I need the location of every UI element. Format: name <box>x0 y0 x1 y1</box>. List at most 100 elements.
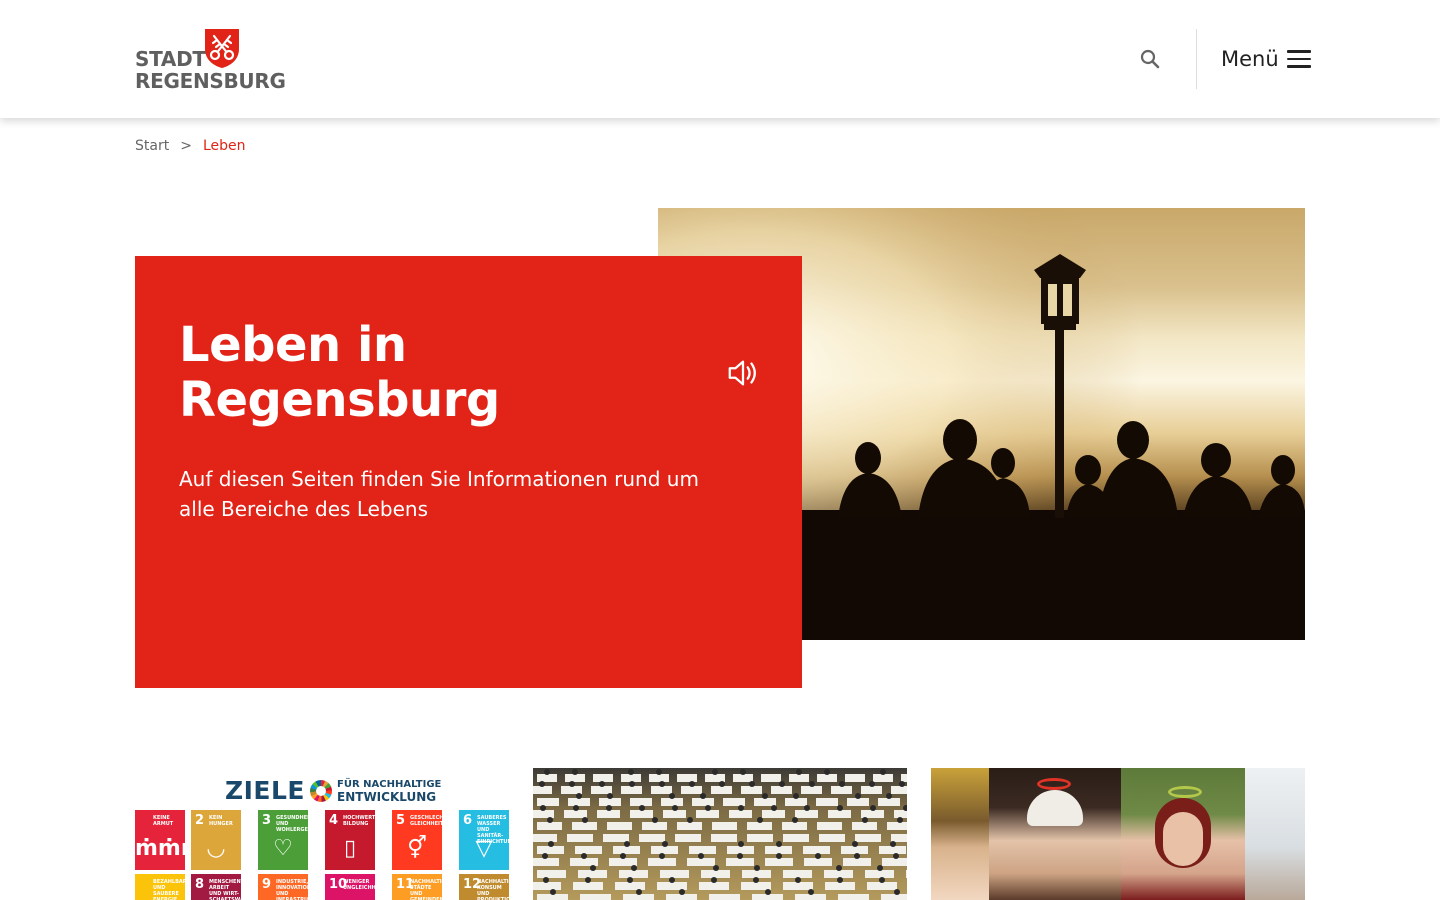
exam-person <box>605 805 612 811</box>
exam-desk <box>687 858 715 866</box>
header-divider <box>1196 29 1197 89</box>
exam-desk <box>843 858 871 866</box>
exam-desk <box>572 822 597 830</box>
exam-desk <box>825 882 855 890</box>
site-logo[interactable]: STADT REGENSBURG <box>135 27 286 93</box>
sdg-tile-label: MENSCHENWÜRDIGE ARBEIT UND WIRT-SCHAFTSW… <box>209 879 268 900</box>
exam-desk <box>699 882 729 890</box>
exam-person <box>740 769 746 775</box>
exam-person <box>630 865 637 871</box>
sdg-tile: 10 WENIGER UNGLEICHHEITEN <box>325 874 393 900</box>
exam-desk <box>537 870 566 878</box>
sdg-tile-label: GESCHLECHTER-GLEICHHEIT <box>410 815 457 827</box>
sdg-tile: 12NACHHALTIGE/R KONSUM UND PRODUKTION <box>459 874 509 900</box>
exam-desk <box>565 774 585 782</box>
exam-desk <box>568 798 590 806</box>
exam-desk <box>692 798 714 806</box>
menu-button[interactable]: Menü <box>1221 42 1311 76</box>
sdg-tile-symbol: ⚥ <box>407 836 427 861</box>
exam-desk <box>578 870 607 878</box>
speaker-icon[interactable] <box>726 356 758 390</box>
exam-person <box>544 769 550 775</box>
card-portraits[interactable] <box>931 768 1305 900</box>
sdg-tile-number: 2 <box>195 813 205 828</box>
sdg-tile-symbol: ◡ <box>207 836 225 861</box>
exam-person <box>796 769 802 775</box>
exam-desk <box>771 786 792 794</box>
sdg-subheading: FÜR NACHHALTIGE ENTWICKLUNG <box>337 778 442 804</box>
exam-person <box>718 781 725 787</box>
sdg-tile: 8 MENSCHENWÜRDIGE ARBEIT UND WIRT-SCHAFTS… <box>191 874 268 900</box>
sdg-tile-label: NACHHALTIGE STÄDTE UND GEMEINDEN <box>410 879 450 900</box>
exam-person <box>764 889 771 895</box>
portraits-image <box>931 768 1305 900</box>
exam-desk <box>537 822 562 830</box>
exam-person <box>585 877 591 883</box>
exam-person <box>803 805 810 811</box>
search-button[interactable] <box>1138 47 1162 71</box>
exam-person <box>748 781 755 787</box>
breadcrumb-current: Leben <box>202 138 246 154</box>
exam-person <box>572 769 578 775</box>
exam-desk <box>613 846 640 854</box>
exam-person <box>778 781 785 787</box>
exam-person <box>589 865 596 871</box>
exam-desk <box>709 894 740 900</box>
exam-person <box>568 781 575 787</box>
exam-person <box>658 781 665 787</box>
card-exam-hall[interactable] <box>533 768 907 900</box>
exam-person <box>837 877 843 883</box>
exam-person <box>815 853 821 859</box>
exam-person <box>898 781 905 787</box>
exam-desk <box>726 858 754 866</box>
sdg-tile-symbol: ♡ <box>273 836 293 861</box>
exam-person <box>886 793 892 799</box>
search-icon <box>1140 49 1160 69</box>
exam-person <box>576 793 582 799</box>
sdg-tile-label: KEIN HUNGER <box>209 815 233 827</box>
exam-desk <box>867 882 897 890</box>
exam-person <box>627 877 633 883</box>
exam-desk <box>712 822 737 830</box>
exam-person <box>838 781 845 787</box>
exam-person <box>538 781 545 787</box>
exam-person <box>737 853 743 859</box>
portrait-woman-left <box>931 768 989 900</box>
exam-person <box>893 853 899 859</box>
exam-person <box>808 781 815 787</box>
exam-desk <box>533 882 561 890</box>
exam-person <box>876 865 883 871</box>
breadcrumb-start-link[interactable]: Start <box>135 138 169 154</box>
sdg-tile-label: KEINE ARMUT <box>153 815 174 827</box>
site-header: STADT REGENSBURG Menü <box>0 0 1440 118</box>
exam-person <box>607 793 613 799</box>
sdg-wheel-icon <box>310 779 333 802</box>
exam-person <box>770 805 777 811</box>
exam-person <box>581 853 587 859</box>
exam-desk <box>533 858 559 866</box>
exam-person <box>896 817 903 823</box>
exam-person <box>795 877 801 883</box>
card-sdg-goals[interactable]: ZIELE FÜR NACHHALTIGE ENTWICKLUNG KEINE … <box>135 768 509 900</box>
exam-person <box>893 889 900 895</box>
exam-person <box>868 781 875 787</box>
sdg-tile-number: 8 <box>195 877 205 892</box>
exam-person <box>700 793 706 799</box>
exam-person <box>686 817 693 823</box>
exam-person <box>698 853 704 859</box>
exam-person <box>659 853 665 859</box>
exam-person <box>889 841 896 847</box>
exam-desk <box>533 834 557 842</box>
sdg-tile: KEINE ARMUT ṁṁṁ <box>135 810 204 870</box>
logo-line-1: STADT <box>135 47 206 71</box>
sdg-tile-label: WENIGER UNGLEICHHEITEN <box>343 879 393 891</box>
exam-person <box>855 793 861 799</box>
exam-person <box>628 769 634 775</box>
exam-person <box>669 877 675 883</box>
exam-desk <box>852 822 877 830</box>
exam-desk <box>847 798 869 806</box>
exam-desk <box>785 798 807 806</box>
exam-desk <box>882 858 907 866</box>
sdg-heading: ZIELE FÜR NACHHALTIGE ENTWICKLUNG <box>225 776 441 805</box>
sdg-tile-number: 4 <box>329 813 339 828</box>
